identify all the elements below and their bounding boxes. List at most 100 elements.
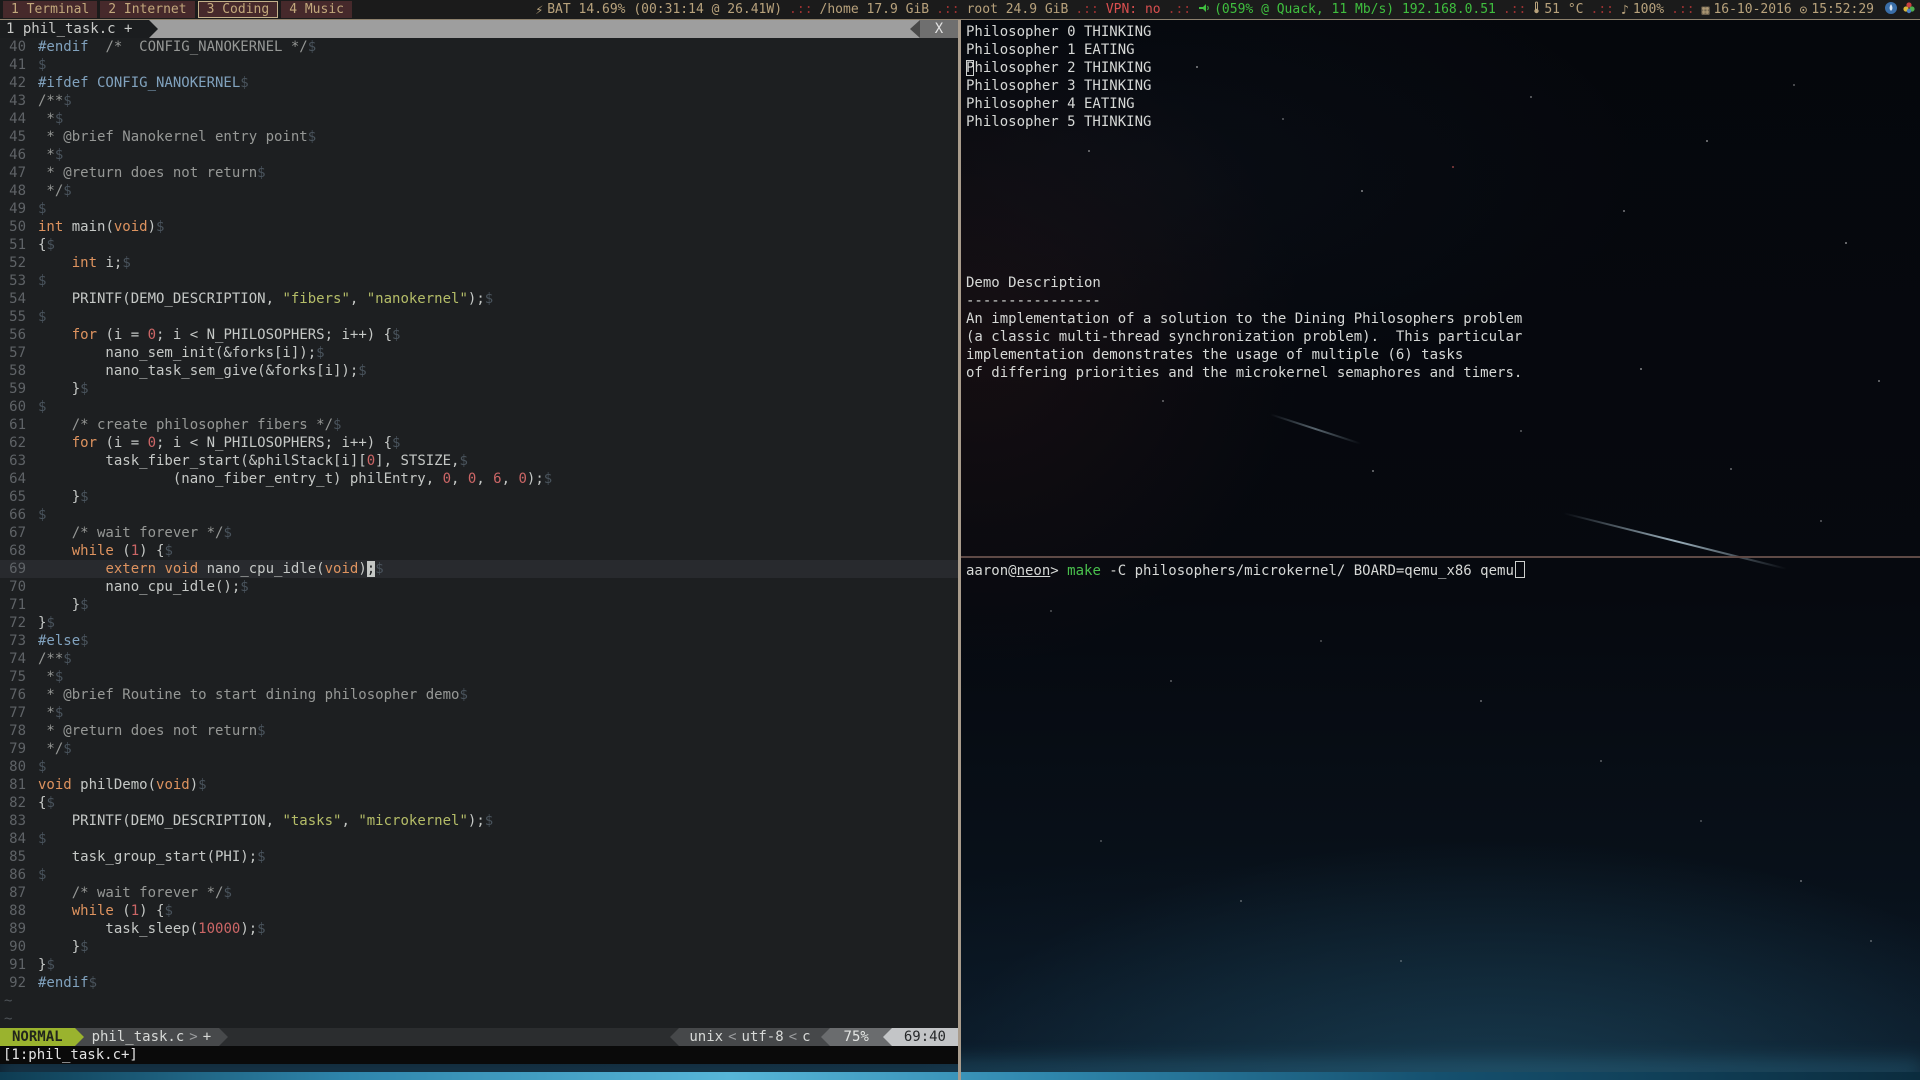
eol-marker: $ [257,165,265,181]
code-line-42[interactable]: 42#ifdef CONFIG_NANOKERNEL$ [0,74,958,92]
powerline-arrow [670,1028,679,1046]
lightning-bolt-icon: ⚡ [535,3,543,18]
eol-marker: $ [63,651,71,667]
terminal-window[interactable]: Philosopher 0 THINKINGPhilosopher 1 EATI… [961,20,1920,1080]
code-line-75[interactable]: 75 *$ [0,668,958,686]
code-line-61[interactable]: 61 /* create philosopher fibers */$ [0,416,958,434]
code-line-60[interactable]: 60$ [0,398,958,416]
terminal-split-border[interactable] [961,556,1920,558]
code-line-69[interactable]: 69 extern void nano_cpu_idle(void);$ [0,560,958,578]
code-line-65[interactable]: 65 }$ [0,488,958,506]
workspace-terminal[interactable]: 1 Terminal [3,1,97,18]
code-line-58[interactable]: 58 nano_task_sem_give(&forks[i]);$ [0,362,958,380]
code-line-52[interactable]: 52 int i;$ [0,254,958,272]
code-line-88[interactable]: 88 while (1) {$ [0,902,958,920]
code-line-73[interactable]: 73#else$ [0,632,958,650]
philosopher-status-1: Philosopher 1 EATING [961,41,1920,59]
code-line-83[interactable]: 83 PRINTF(DEMO_DESCRIPTION, "tasks", "mi… [0,812,958,830]
scroll-percent: 75% [830,1028,883,1046]
line-number: 61 [6,416,26,434]
code-line-86[interactable]: 86$ [0,866,958,884]
code-line-62[interactable]: 62 for (i = 0; i < N_PHILOSOPHERS; i++) … [0,434,958,452]
line-number: 83 [6,812,26,830]
code-line-40[interactable]: 40#endif /* CONFIG_NANOKERNEL */$ [0,38,958,56]
line-number: 79 [6,740,26,758]
powerline-arrow [219,1028,228,1046]
vim-editor-window[interactable]: 1 phil_task.c + X 40#endif /* CONFIG_NAN… [0,20,958,1064]
code-lines[interactable]: 40#endif /* CONFIG_NANOKERNEL */$41$42#i… [0,38,958,992]
code-line-85[interactable]: 85 task_group_start(PHI);$ [0,848,958,866]
code-line-78[interactable]: 78 * @return does not return$ [0,722,958,740]
pane-divider[interactable] [958,20,961,1080]
demo-text-line: implementation demonstrates the usage of… [961,346,1920,364]
eol-marker: $ [38,57,46,73]
code-line-43[interactable]: 43/**$ [0,92,958,110]
line-number: 92 [6,974,26,992]
code-line-44[interactable]: 44 *$ [0,110,958,128]
code-line-59[interactable]: 59 }$ [0,380,958,398]
eol-marker: $ [63,741,71,757]
code-line-56[interactable]: 56 for (i = 0; i < N_PHILOSOPHERS; i++) … [0,326,958,344]
code-line-82[interactable]: 82{$ [0,794,958,812]
code-line-51[interactable]: 51{$ [0,236,958,254]
code-line-72[interactable]: 72}$ [0,614,958,632]
code-line-81[interactable]: 81void philDemo(void)$ [0,776,958,794]
code-line-50[interactable]: 50int main(void)$ [0,218,958,236]
code-line-68[interactable]: 68 while (1) {$ [0,542,958,560]
code-line-57[interactable]: 57 nano_sem_init(&forks[i]);$ [0,344,958,362]
code-line-77[interactable]: 77 *$ [0,704,958,722]
code-line-79[interactable]: 79 */$ [0,740,958,758]
eol-marker: $ [240,75,248,91]
code-line-76[interactable]: 76 * @brief Routine to start dining phil… [0,686,958,704]
code-line-87[interactable]: 87 /* wait forever */$ [0,884,958,902]
code-line-55[interactable]: 55$ [0,308,958,326]
thermometer-icon [1533,1,1540,18]
code-line-63[interactable]: 63 task_fiber_start(&philStack[i][0], ST… [0,452,958,470]
date-text: 16-10-2016 [1713,2,1791,17]
code-line-47[interactable]: 47 * @return does not return$ [0,164,958,182]
tray-pinwheel-icon[interactable] [1902,1,1916,19]
eol-marker: $ [257,849,265,865]
line-number: 43 [6,92,26,110]
code-line-49[interactable]: 49$ [0,200,958,218]
workspace-coding[interactable]: 3 Coding [198,1,279,18]
code-line-71[interactable]: 71 }$ [0,596,958,614]
code-line-67[interactable]: 67 /* wait forever */$ [0,524,958,542]
vim-tab-phil-task[interactable]: 1 phil_task.c + [0,20,149,38]
code-line-64[interactable]: 64 (nano_fiber_entry_t) philEntry, 0, 0,… [0,470,958,488]
code-line-84[interactable]: 84$ [0,830,958,848]
code-line-92[interactable]: 92#endif$ [0,974,958,992]
code-line-90[interactable]: 90 }$ [0,938,958,956]
workspace-music[interactable]: 4 Music [281,1,352,18]
tilde-row: ~ [0,1010,958,1028]
top-status-bar: 1 Terminal2 Internet3 Coding4 Music ⚡BAT… [0,0,1920,19]
line-number: 85 [6,848,26,866]
workspace-internet[interactable]: 2 Internet [100,1,194,18]
eol-marker: $ [38,273,46,289]
workspace-list: 1 Terminal2 Internet3 Coding4 Music [0,1,352,18]
code-line-80[interactable]: 80$ [0,758,958,776]
code-line-70[interactable]: 70 nano_cpu_idle();$ [0,578,958,596]
line-number: 67 [6,524,26,542]
dvtm-window-title: [1:phil_task.c+] [0,1046,958,1064]
tab-close-button[interactable]: X [920,20,958,38]
code-line-91[interactable]: 91}$ [0,956,958,974]
code-line-74[interactable]: 74/**$ [0,650,958,668]
tray-drop-icon[interactable] [1884,1,1898,19]
shell-prompt[interactable]: aaron@neon> make -C philosophers/microke… [961,561,1920,579]
code-line-54[interactable]: 54 PRINTF(DEMO_DESCRIPTION, "fibers", "n… [0,290,958,308]
demo-title: Demo Description [961,274,1920,292]
code-line-48[interactable]: 48 */$ [0,182,958,200]
eol-marker: $ [375,561,383,577]
code-line-41[interactable]: 41$ [0,56,958,74]
volume-text: 100% [1633,2,1664,17]
code-line-66[interactable]: 66$ [0,506,958,524]
code-line-45[interactable]: 45 * @brief Nanokernel entry point$ [0,128,958,146]
code-line-89[interactable]: 89 task_sleep(10000);$ [0,920,958,938]
line-number: 89 [6,920,26,938]
code-line-46[interactable]: 46 *$ [0,146,958,164]
line-number: 78 [6,722,26,740]
vim-mode-indicator: NORMAL [0,1028,75,1046]
code-line-53[interactable]: 53$ [0,272,958,290]
line-number: 84 [6,830,26,848]
